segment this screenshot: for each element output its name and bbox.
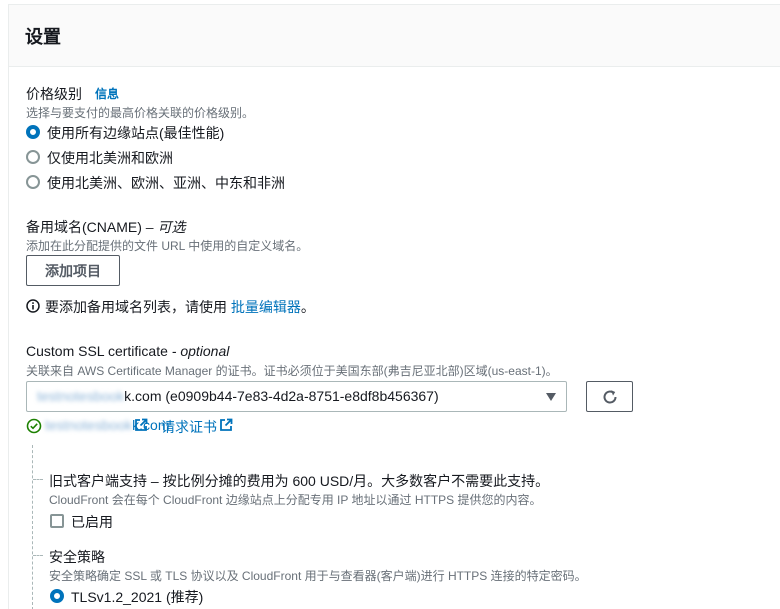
- price-class-radio-na-eu-asia[interactable]: [26, 175, 40, 189]
- bulk-editor-hint: 要添加备用域名列表，请使用 批量编辑器。: [45, 299, 315, 315]
- tree-connector: [33, 479, 43, 480]
- success-check-icon: [26, 418, 42, 434]
- bulk-editor-link[interactable]: 批量编辑器: [231, 299, 301, 315]
- certificate-domain-link[interactable]: testnotesbookk.com: [45, 417, 170, 433]
- cname-description: 添加在此分配提供的文件 URL 中使用的自定义域名。: [26, 239, 309, 253]
- ssl-certificate-select[interactable]: testnotesbookk.com (e0909b44-7e83-4d2a-8…: [26, 381, 567, 412]
- request-certificate-link[interactable]: 请求证书: [161, 417, 217, 437]
- panel-header: 设置: [9, 5, 780, 67]
- price-class-radio-all[interactable]: [26, 125, 40, 139]
- security-policy-label: 安全策略: [49, 549, 105, 565]
- cname-label: 备用域名(CNAME) – 可选: [26, 219, 186, 235]
- security-policy-description: 安全策略确定 SSL 或 TLS 协议以及 CloudFront 用于与查看器(…: [49, 569, 587, 583]
- price-class-description: 选择与要支付的最高价格关联的价格级别。: [26, 106, 255, 120]
- security-policy-option-tls12-2021[interactable]: TLSv1.2_2021 (推荐): [71, 587, 203, 607]
- settings-panel: 设置 价格级别 信息 选择与要支付的最高价格关联的价格级别。 使用所有边缘站点(…: [8, 4, 780, 609]
- legacy-clients-label: 旧式客户端支持 – 按比例分摊的费用为 600 USD/月。大多数客户不需要此支…: [49, 473, 550, 489]
- external-link-icon[interactable]: [134, 418, 148, 432]
- tree-connector: [32, 445, 33, 609]
- tree-connector: [33, 555, 43, 556]
- legacy-clients-description: CloudFront 会在每个 CloudFront 边缘站点上分配专用 IP …: [49, 493, 542, 507]
- price-class-info-link[interactable]: 信息: [95, 85, 119, 102]
- external-link-icon[interactable]: [219, 418, 233, 432]
- ssl-certificate-description: 关联来自 AWS Certificate Manager 的证书。证书必须位于美…: [26, 364, 558, 378]
- info-icon: [26, 299, 40, 313]
- price-class-radio-na-eu[interactable]: [26, 150, 40, 164]
- legacy-clients-checkbox-label[interactable]: 已启用: [71, 512, 113, 532]
- ssl-certificate-selected-value: testnotesbookk.com (e0909b44-7e83-4d2a-8…: [37, 388, 439, 404]
- refresh-icon: [601, 388, 619, 406]
- security-policy-radio-tls12-2021[interactable]: [50, 589, 64, 603]
- price-class-option-na-eu[interactable]: 仅使用北美洲和欧洲: [47, 148, 173, 168]
- price-class-option-na-eu-asia[interactable]: 使用北美洲、欧洲、亚洲、中东和非洲: [47, 173, 285, 193]
- price-class-option-all[interactable]: 使用所有边缘站点(最佳性能): [47, 123, 224, 143]
- refresh-button[interactable]: [586, 381, 633, 412]
- page-title: 设置: [25, 27, 61, 47]
- price-class-label: 价格级别: [26, 86, 82, 102]
- caret-down-icon: [546, 393, 556, 401]
- legacy-clients-checkbox[interactable]: [50, 514, 64, 528]
- ssl-certificate-label: Custom SSL certificate - optional: [26, 343, 230, 359]
- add-item-button[interactable]: 添加项目: [26, 255, 120, 286]
